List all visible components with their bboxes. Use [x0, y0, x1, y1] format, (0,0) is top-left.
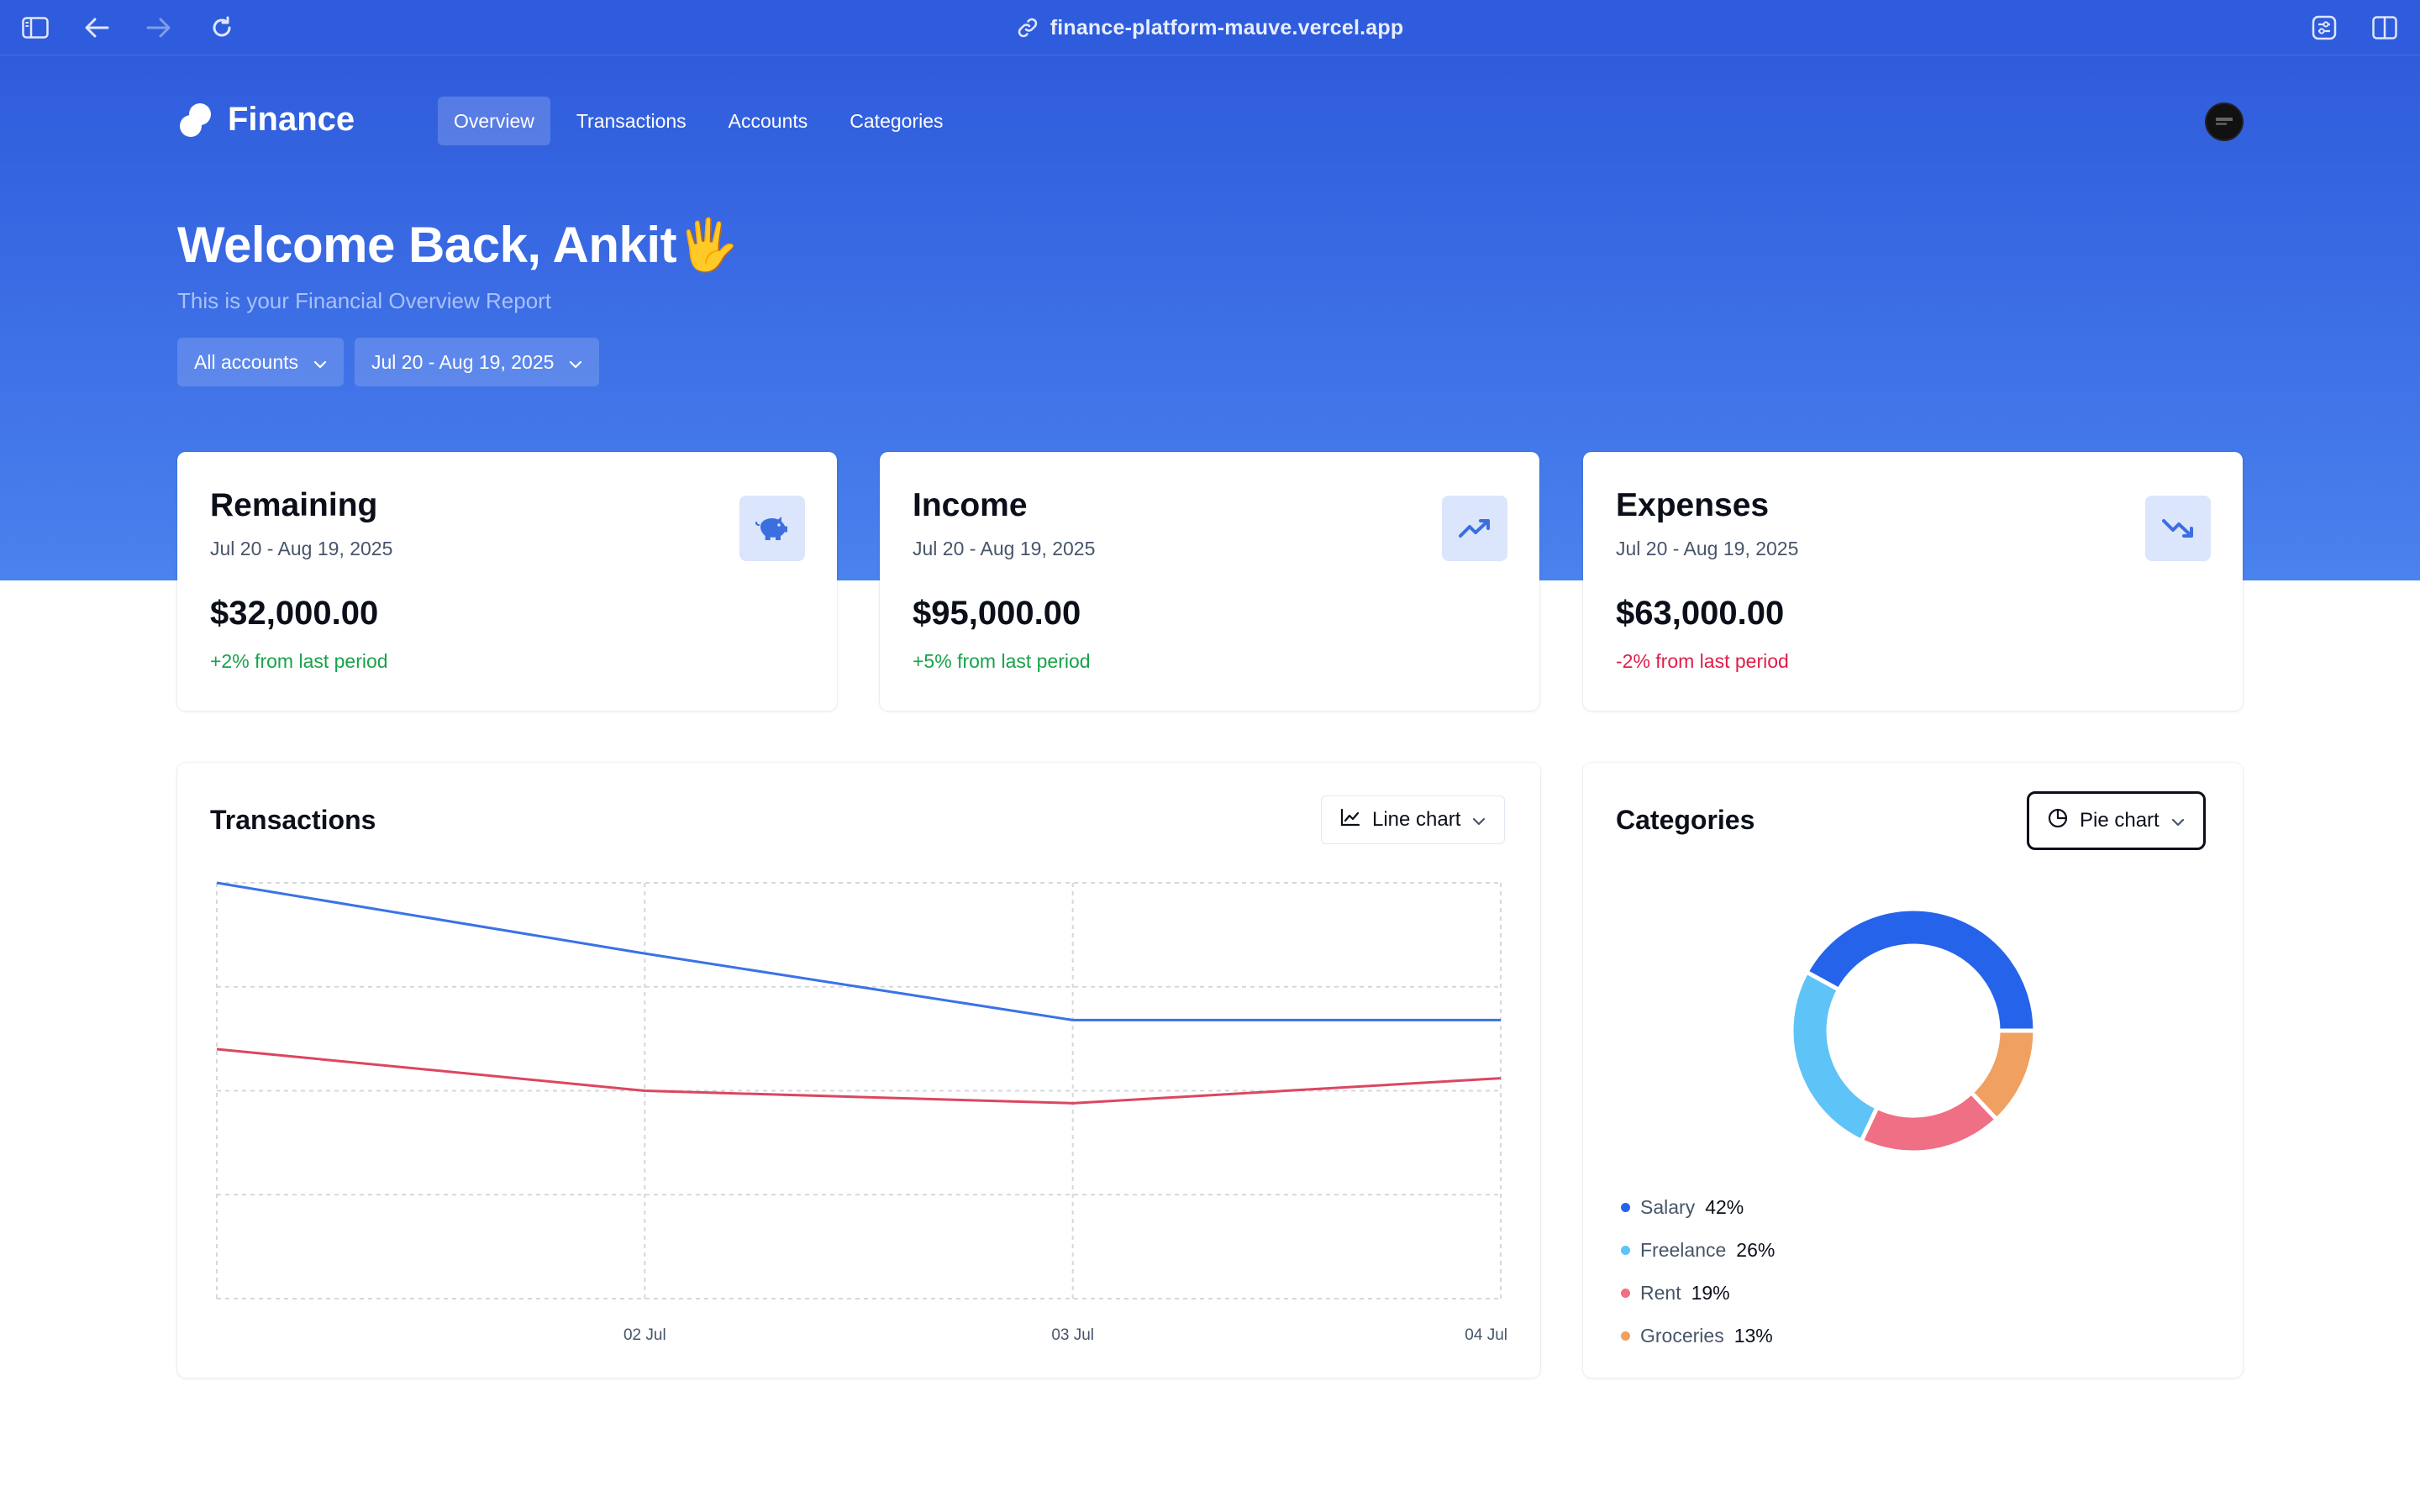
x-tick-label: 03 Jul: [1051, 1326, 1094, 1344]
categories-donut-chart: [1789, 906, 2038, 1155]
card-change: -2% from last period: [1616, 650, 1789, 672]
card-date: Jul 20 - Aug 19, 2025: [210, 538, 393, 559]
summary-card-remaining: Remaining Jul 20 - Aug 19, 2025 $32,000.…: [177, 452, 837, 711]
chevron-down-icon: [313, 351, 327, 374]
legend-name: Freelance: [1640, 1239, 1727, 1261]
x-tick-label: 04 Jul: [1465, 1326, 1507, 1344]
legend-dot: [1621, 1246, 1630, 1255]
legend-item[interactable]: Freelance 26%: [1621, 1229, 1775, 1272]
legend-percent: 42%: [1705, 1196, 1744, 1218]
forward-arrow-icon[interactable]: [144, 13, 174, 43]
series-line-2[interactable]: [216, 1047, 1502, 1105]
card-amount: $63,000.00: [1616, 595, 1785, 632]
nav-categories[interactable]: Categories: [834, 97, 959, 145]
donut-slice-salary[interactable]: [1803, 906, 2038, 1033]
card-change: +2% from last period: [210, 650, 388, 672]
reload-icon[interactable]: [207, 13, 237, 43]
card-title: Remaining: [210, 487, 378, 523]
welcome-subtitle: This is your Financial Overview Report: [177, 288, 552, 313]
nav-transactions[interactable]: Transactions: [560, 97, 702, 145]
card-date: Jul 20 - Aug 19, 2025: [913, 538, 1096, 559]
date-range-label: Jul 20 - Aug 19, 2025: [371, 350, 555, 373]
account-filter-label: All accounts: [194, 350, 299, 373]
legend-name: Rent: [1640, 1282, 1681, 1304]
account-filter[interactable]: All accounts: [177, 338, 345, 386]
trending-up-icon: [1442, 496, 1507, 561]
card-title: Income: [913, 487, 1028, 523]
welcome-heading: Welcome Back, Ankit🖐: [177, 217, 739, 273]
legend-item[interactable]: Groceries 13%: [1621, 1315, 1775, 1357]
series-line-1[interactable]: [216, 881, 1501, 1021]
legend-dot: [1621, 1289, 1630, 1298]
trending-down-icon: [2145, 496, 2211, 561]
main-nav: Overview Transactions Accounts Categorie…: [438, 97, 960, 145]
transactions-card: Transactions Line chart 02 Jul 03 Jul 04 J…: [177, 763, 1540, 1378]
split-view-icon[interactable]: [2370, 13, 2400, 43]
summary-card-expenses: Expenses Jul 20 - Aug 19, 2025 $63,000.0…: [1583, 452, 2243, 711]
url-text[interactable]: finance-platform-mauve.vercel.app: [1050, 16, 1404, 40]
card-change: +5% from last period: [913, 650, 1091, 672]
card-date: Jul 20 - Aug 19, 2025: [1616, 538, 1799, 559]
legend-percent: 26%: [1736, 1239, 1776, 1261]
legend-name: Groceries: [1640, 1325, 1724, 1347]
nav-overview[interactable]: Overview: [438, 97, 550, 145]
legend-item[interactable]: Salary 42%: [1621, 1186, 1775, 1229]
x-tick-label: 02 Jul: [623, 1326, 666, 1344]
card-title: Expenses: [1616, 487, 1770, 523]
categories-card: Categories Pie chart Salary 42% Freelanc…: [1583, 763, 2243, 1378]
legend-dot: [1621, 1331, 1630, 1341]
donut-slice-freelance[interactable]: [1789, 969, 1881, 1144]
donut-slice-rent[interactable]: [1858, 1089, 2000, 1155]
browser-toolbar: finance-platform-mauve.vercel.app: [0, 0, 2420, 55]
legend-item[interactable]: Rent 19%: [1621, 1272, 1775, 1315]
legend-percent: 19%: [1691, 1282, 1730, 1304]
chevron-down-icon: [569, 351, 582, 374]
date-range-filter[interactable]: Jul 20 - Aug 19, 2025: [355, 338, 600, 386]
back-arrow-icon[interactable]: [82, 13, 112, 43]
address-bar: finance-platform-mauve.vercel.app: [0, 12, 2420, 44]
legend-percent: 13%: [1733, 1325, 1773, 1347]
link-icon: [1017, 17, 1039, 39]
extensions-icon[interactable]: [2309, 13, 2339, 43]
transactions-line-chart: 02 Jul 03 Jul 04 Jul: [216, 881, 1507, 1344]
piggy-bank-icon: [739, 496, 805, 561]
logo-icon: [177, 102, 214, 139]
filters-bar: All accounts Jul 20 - Aug 19, 2025: [177, 338, 600, 386]
app-name: Finance: [228, 101, 355, 138]
sidebar-toggle-icon[interactable]: [20, 13, 50, 43]
user-avatar[interactable]: [2205, 102, 2244, 141]
nav-accounts[interactable]: Accounts: [713, 97, 824, 145]
categories-legend: Salary 42% Freelance 26% Rent 19% Grocer…: [1621, 1186, 1775, 1357]
legend-dot: [1621, 1203, 1630, 1212]
legend-name: Salary: [1640, 1196, 1696, 1218]
card-amount: $95,000.00: [913, 595, 1081, 632]
app-logo[interactable]: Finance: [177, 101, 355, 139]
card-amount: $32,000.00: [210, 595, 379, 632]
summary-card-income: Income Jul 20 - Aug 19, 2025 $95,000.00 …: [880, 452, 1539, 711]
